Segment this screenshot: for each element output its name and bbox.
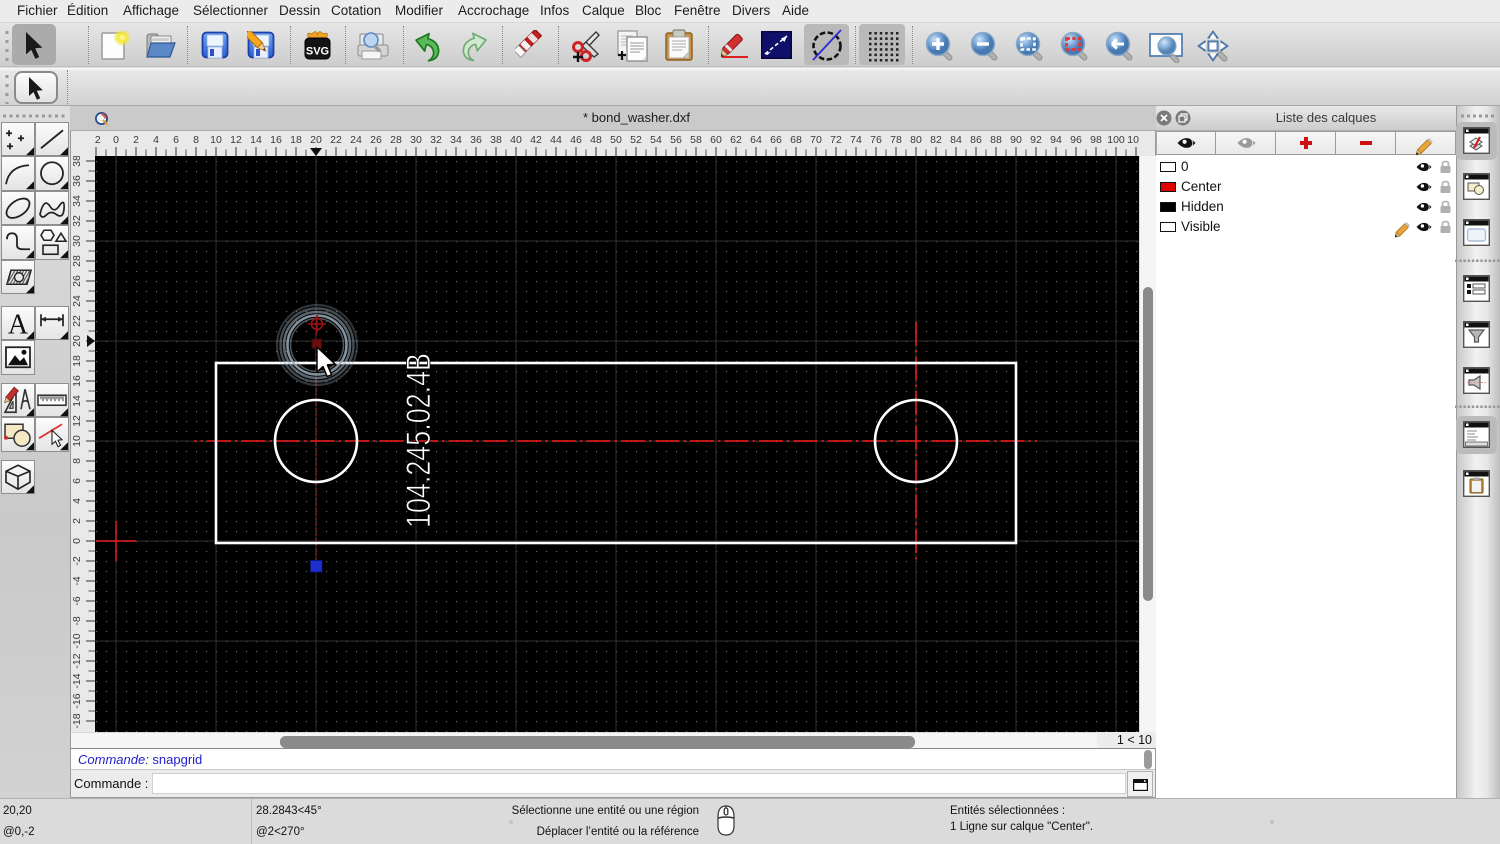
svg-text:32: 32 — [71, 215, 83, 227]
svg-text:-6: -6 — [71, 596, 83, 605]
svg-text:42: 42 — [530, 134, 542, 146]
svg-text:22: 22 — [71, 315, 83, 327]
svg-text:34: 34 — [450, 134, 462, 146]
svg-text:102: 102 — [1127, 134, 1139, 146]
svg-text:48: 48 — [590, 134, 602, 146]
svg-text:72: 72 — [830, 134, 842, 146]
svg-text:14: 14 — [250, 134, 262, 146]
svg-text:-14: -14 — [71, 673, 83, 688]
svg-text:88: 88 — [990, 134, 1002, 146]
svg-text:82: 82 — [930, 134, 942, 146]
svg-text:44: 44 — [550, 134, 562, 146]
svg-text:76: 76 — [870, 134, 882, 146]
svg-text:6: 6 — [173, 134, 179, 146]
svg-text:50: 50 — [610, 134, 622, 146]
svg-text:6: 6 — [71, 478, 83, 484]
svg-text:-12: -12 — [71, 653, 83, 668]
svg-text:68: 68 — [790, 134, 802, 146]
svg-text:26: 26 — [71, 275, 83, 287]
svg-text:62: 62 — [730, 134, 742, 146]
svg-text:A: A — [8, 309, 29, 340]
svg-text:24: 24 — [71, 295, 83, 307]
svg-text:84: 84 — [950, 134, 962, 146]
svg-text:94: 94 — [1050, 134, 1062, 146]
svg-text:60: 60 — [710, 134, 722, 146]
svg-text:-18: -18 — [71, 713, 83, 728]
svg-text:-8: -8 — [71, 616, 83, 625]
svg-text:18: 18 — [290, 134, 302, 146]
svg-text:28: 28 — [390, 134, 402, 146]
svg-text:8: 8 — [71, 458, 83, 464]
svg-text:98: 98 — [1090, 134, 1102, 146]
svg-text:36: 36 — [470, 134, 482, 146]
svg-text:38: 38 — [490, 134, 502, 146]
svg-text:30: 30 — [71, 235, 83, 247]
svg-text:8: 8 — [193, 134, 199, 146]
svg-text:104.245.02.4B: 104.245.02.4B — [400, 353, 438, 528]
svg-text:70: 70 — [810, 134, 822, 146]
svg-text:18: 18 — [71, 355, 83, 367]
svg-text:36: 36 — [71, 175, 83, 187]
svg-text:4: 4 — [71, 498, 83, 504]
svg-text:14: 14 — [71, 395, 83, 407]
svg-text:-10: -10 — [71, 633, 83, 648]
svg-text:80: 80 — [910, 134, 922, 146]
svg-text:20: 20 — [310, 134, 322, 146]
svg-text:32: 32 — [430, 134, 442, 146]
svg-text:38: 38 — [71, 156, 83, 167]
svg-text:0: 0 — [113, 134, 119, 146]
svg-text:10: 10 — [71, 435, 83, 447]
svg-text:12: 12 — [230, 134, 242, 146]
svg-text:-2: -2 — [95, 134, 101, 146]
svg-text:16: 16 — [270, 134, 282, 146]
svg-text:10: 10 — [210, 134, 222, 146]
svg-text:24: 24 — [350, 134, 362, 146]
svg-text:22: 22 — [330, 134, 342, 146]
svg-text:-4: -4 — [71, 576, 83, 585]
svg-text:16: 16 — [71, 375, 83, 387]
svg-text:28: 28 — [71, 255, 83, 267]
svg-text:66: 66 — [770, 134, 782, 146]
svg-text:-16: -16 — [71, 693, 83, 708]
svg-text:86: 86 — [970, 134, 982, 146]
svg-text:58: 58 — [690, 134, 702, 146]
svg-text:92: 92 — [1030, 134, 1042, 146]
svg-text:4: 4 — [153, 134, 159, 146]
svg-text:40: 40 — [510, 134, 522, 146]
svg-text:SVG: SVG — [306, 46, 329, 58]
svg-text:20: 20 — [71, 335, 83, 347]
svg-text:26: 26 — [370, 134, 382, 146]
svg-text:30: 30 — [410, 134, 422, 146]
svg-text:96: 96 — [1070, 134, 1082, 146]
svg-text:34: 34 — [71, 195, 83, 207]
svg-text:100: 100 — [1107, 134, 1125, 146]
svg-text:52: 52 — [630, 134, 642, 146]
svg-text:2: 2 — [71, 518, 83, 524]
svg-text:12: 12 — [71, 415, 83, 427]
svg-text:74: 74 — [850, 134, 862, 146]
svg-text:-2: -2 — [71, 556, 83, 565]
svg-text:64: 64 — [750, 134, 762, 146]
svg-text:78: 78 — [890, 134, 902, 146]
svg-text:54: 54 — [650, 134, 662, 146]
svg-text:46: 46 — [570, 134, 582, 146]
svg-text:0: 0 — [71, 538, 83, 544]
svg-text:56: 56 — [670, 134, 682, 146]
svg-text:90: 90 — [1010, 134, 1022, 146]
svg-text:2: 2 — [133, 134, 139, 146]
